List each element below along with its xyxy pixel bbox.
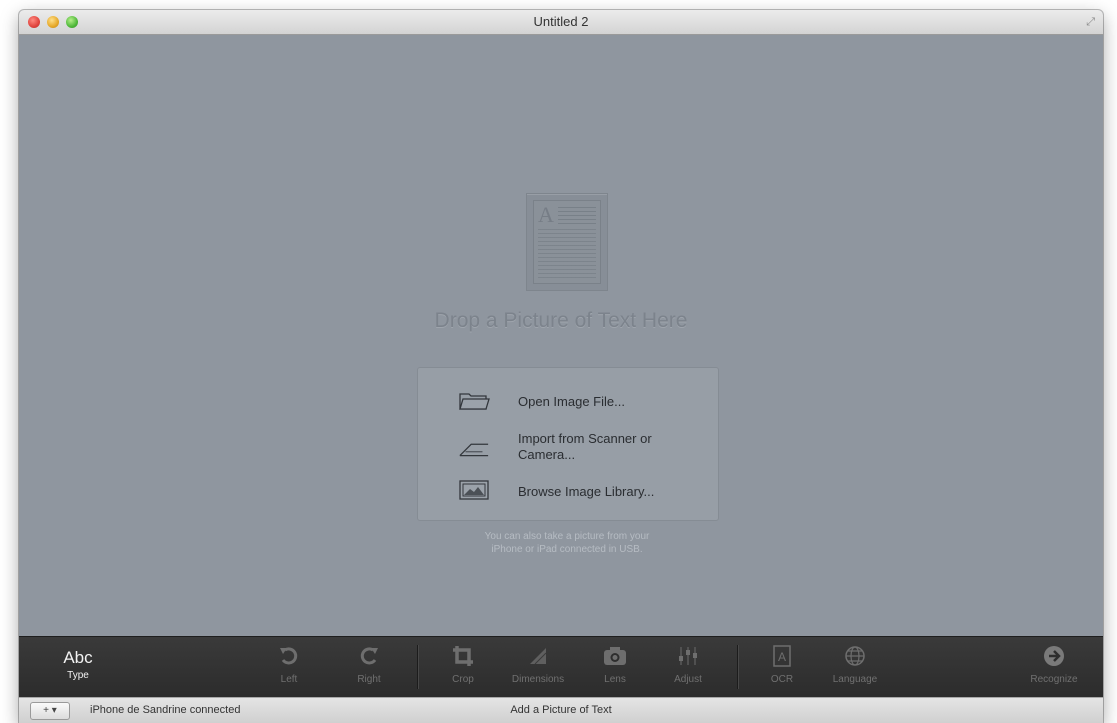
window-title: Untitled 2 [533, 14, 589, 29]
drop-zone[interactable]: A Drop a Picture of Text Here Open Image… [19, 35, 1103, 636]
rotate-left-button[interactable]: Left [269, 637, 309, 697]
browse-image-library-button[interactable]: Browse Image Library... [418, 476, 718, 516]
lens-label: Lens [604, 674, 626, 685]
app-window: Untitled 2 ⤢ A Drop a Picture of Text He… [19, 10, 1103, 723]
toolbar-divider [417, 645, 418, 689]
title-bar: Untitled 2 ⤢ [19, 10, 1103, 35]
type-tool-text: Abc [63, 648, 93, 667]
sliders-icon [665, 644, 711, 674]
adjust-label: Adjust [674, 674, 702, 685]
rotate-left-icon [269, 644, 309, 674]
open-image-file-button[interactable]: Open Image File... [418, 382, 718, 422]
rotate-right-button[interactable]: Right [346, 637, 392, 697]
rotate-right-label: Right [357, 674, 381, 685]
camera-icon [595, 644, 635, 674]
folder-icon [458, 390, 490, 412]
dimensions-button[interactable]: Dimensions [501, 637, 575, 697]
ocr-label: OCR [770, 674, 794, 685]
rotate-left-label: Left [280, 674, 298, 685]
lens-button[interactable]: Lens [595, 637, 635, 697]
scanner-icon [458, 438, 490, 460]
import-options-panel: Open Image File... Import from Scanner o… [417, 367, 719, 521]
dimensions-icon [501, 644, 575, 674]
crop-label: Crop [452, 674, 474, 685]
usb-hint: You can also take a picture from your iP… [417, 530, 717, 556]
crop-icon [443, 644, 483, 674]
browse-image-library-label: Browse Image Library... [518, 484, 655, 499]
status-bar: + ▾ iPhone de Sandrine connected Add a P… [19, 697, 1103, 723]
import-scanner-button[interactable]: Import from Scanner or Camera... [418, 426, 718, 470]
arrow-right-circle-icon [1022, 644, 1086, 674]
adjust-button[interactable]: Adjust [665, 637, 711, 697]
import-scanner-label: Import from Scanner or Camera... [518, 431, 652, 462]
recognize-button[interactable]: Recognize [1022, 637, 1086, 697]
type-tool-label: Type [67, 670, 89, 681]
dimensions-label: Dimensions [511, 674, 565, 685]
ocr-button[interactable]: A OCR [762, 637, 802, 697]
fullscreen-icon[interactable]: ⤢ [1086, 16, 1095, 29]
crop-button[interactable]: Crop [443, 637, 483, 697]
photo-library-icon [458, 479, 490, 501]
drop-zone-title: Drop a Picture of Text Here [434, 309, 688, 332]
language-label: Language [832, 674, 878, 685]
rotate-right-icon [346, 644, 392, 674]
toolbar-divider [737, 645, 738, 689]
usb-hint-line-2: iPhone or iPad connected in USB. [491, 544, 643, 555]
recognize-label: Recognize [1030, 674, 1078, 685]
usb-hint-line-1: You can also take a picture from your [484, 531, 650, 542]
status-message: Add a Picture of Text [510, 704, 612, 716]
document-icon: A [526, 193, 608, 291]
bottom-toolbar: Abc Type Left Right Crop Dimensions Lens… [19, 636, 1103, 697]
svg-text:A: A [778, 650, 786, 664]
open-image-file-label: Open Image File... [518, 394, 625, 409]
globe-icon [823, 644, 887, 674]
type-tool-button[interactable]: Abc Type [49, 637, 107, 697]
language-button[interactable]: Language [823, 637, 887, 697]
ocr-icon: A [762, 644, 802, 674]
